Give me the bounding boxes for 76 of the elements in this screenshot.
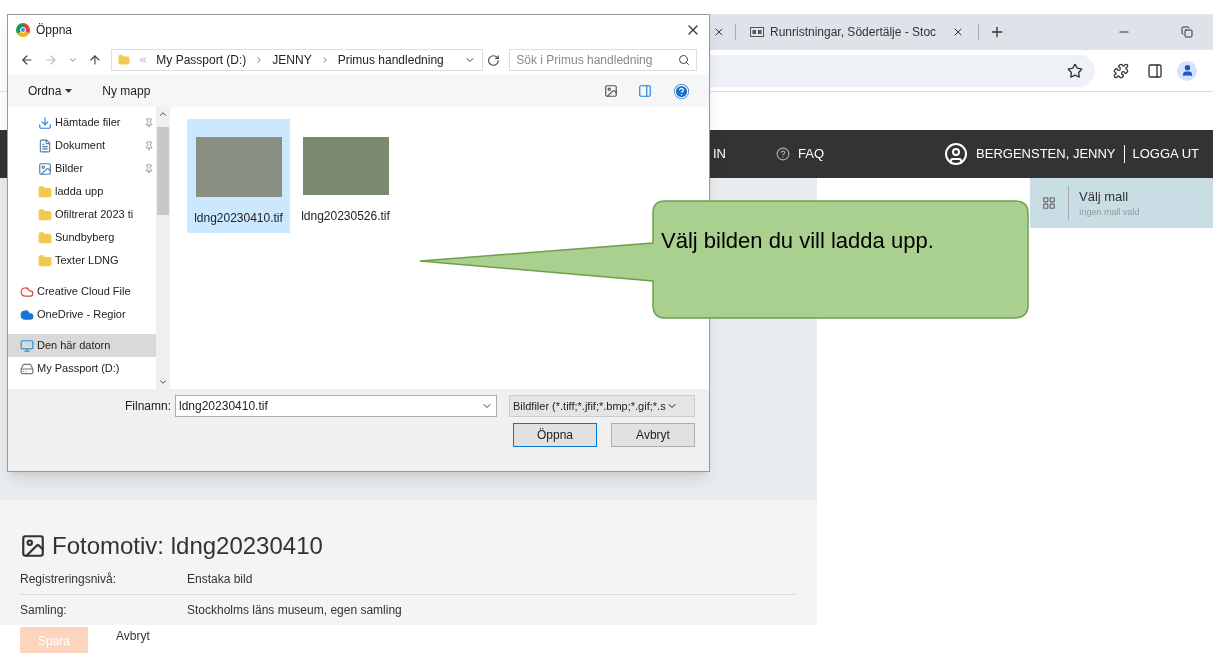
template-icon — [1042, 196, 1056, 210]
extensions-icon[interactable] — [1113, 62, 1129, 79]
open-button[interactable]: Öppna — [513, 423, 597, 447]
sidebar-item[interactable]: Creative Cloud File — [8, 280, 156, 303]
overflow-icon — [138, 55, 149, 65]
file-type-dropdown[interactable]: Bildfiler (*.tiff;*.jfif;*.bmp;*.gif;*.s — [509, 395, 695, 417]
section-heading: Fotomotiv: ldng20230410 — [52, 531, 323, 561]
pictures-icon — [38, 161, 52, 176]
help-icon — [776, 147, 790, 161]
field-value: Stockholms läns museum, egen samling — [187, 601, 402, 619]
path-bar[interactable]: My Passport (D:) JENNY Primus handledning — [111, 49, 483, 71]
sidebar-item[interactable]: Dokument — [8, 134, 156, 157]
file-item[interactable]: ldng20230526.tif — [294, 119, 397, 233]
sidebar-item[interactable]: OneDrive - Regior — [8, 303, 156, 326]
path-segment[interactable]: My Passport (D:) — [156, 51, 247, 69]
template-selector[interactable]: Välj mall Ingen mall vald — [1030, 178, 1213, 228]
path-segment[interactable]: JENNY — [272, 51, 312, 69]
folder-icon — [118, 54, 131, 66]
filename-label: Filnamn: — [125, 398, 171, 415]
sidebar-item[interactable]: Den här datorn — [8, 334, 156, 357]
app-logo-icon — [16, 23, 30, 37]
close-tab-icon[interactable] — [713, 26, 725, 38]
dialog-title: Öppna — [36, 22, 73, 39]
toolbar-button[interactable]: Ordna — [28, 82, 73, 100]
profile-avatar[interactable] — [1177, 60, 1197, 81]
back-icon[interactable] — [20, 53, 34, 67]
computer-icon — [20, 338, 34, 353]
field-label: Registreringsnivå: — [20, 570, 118, 588]
user-name[interactable]: BERGENSTEN, JENNY — [976, 144, 1116, 164]
template-subtitle: Ingen mall vald — [1079, 206, 1140, 219]
callout-text: Välj bilden du vill ladda upp. — [661, 227, 935, 255]
template-title: Välj mall — [1079, 187, 1130, 206]
folder-icon — [38, 253, 52, 268]
scroll-down-icon[interactable] — [158, 377, 168, 387]
field-label: Samling: — [20, 601, 68, 619]
scroll-up-icon[interactable] — [158, 109, 168, 119]
search-field[interactable]: Sök i Primus handledning — [509, 49, 697, 71]
toolbar-button[interactable]: Ny mapp — [102, 82, 151, 100]
image-icon — [20, 533, 46, 559]
tab-favicon-icon — [750, 27, 764, 37]
sidebar-item[interactable]: Hämtade filer — [8, 111, 156, 134]
nav-link[interactable]: IN — [713, 144, 726, 164]
field-value: Enstaka bild — [187, 570, 253, 588]
user-icon — [944, 142, 969, 166]
cloud-icon — [20, 307, 34, 322]
path-segment[interactable]: Primus handledning — [337, 51, 444, 69]
sidebar-item[interactable]: Sundbyberg — [8, 226, 156, 249]
cancel-button[interactable]: Avbryt — [116, 627, 150, 645]
cancel-button[interactable]: Avbryt — [611, 423, 695, 447]
sidebar-item[interactable]: Texter LDNG — [8, 249, 156, 272]
view-icon[interactable] — [604, 84, 618, 98]
scrollbar-thumb[interactable] — [157, 127, 169, 215]
folder-icon — [38, 184, 52, 199]
preview-pane-icon[interactable] — [638, 84, 652, 98]
document-icon — [38, 138, 52, 153]
nav-link[interactable]: FAQ — [798, 144, 824, 164]
logout-link[interactable]: LOGGA UT — [1132, 144, 1199, 164]
refresh-icon[interactable] — [486, 53, 500, 67]
folder-icon — [38, 207, 52, 222]
side-panel-icon[interactable] — [1147, 62, 1163, 79]
filename-field[interactable]: ldng20230410.tif — [175, 395, 497, 417]
drive-icon — [20, 361, 34, 376]
help-icon[interactable] — [674, 83, 689, 99]
sidebar-item[interactable]: My Passport (D:) — [8, 357, 156, 380]
restore-icon[interactable] — [1181, 26, 1193, 38]
sidebar-item[interactable]: Bilder — [8, 157, 156, 180]
file-item[interactable]: ldng20230410.tif — [187, 119, 290, 233]
cloud-folder-icon — [20, 284, 34, 299]
folder-icon — [38, 230, 52, 245]
sidebar-item[interactable]: Ofiltrerat 2023 ti — [8, 203, 156, 226]
up-icon[interactable] — [87, 53, 102, 67]
star-icon[interactable] — [1067, 62, 1083, 79]
download-icon — [38, 115, 52, 130]
search-icon — [678, 54, 690, 66]
caret-icon — [65, 89, 73, 93]
sidebar-item[interactable]: ladda upp — [8, 180, 156, 203]
